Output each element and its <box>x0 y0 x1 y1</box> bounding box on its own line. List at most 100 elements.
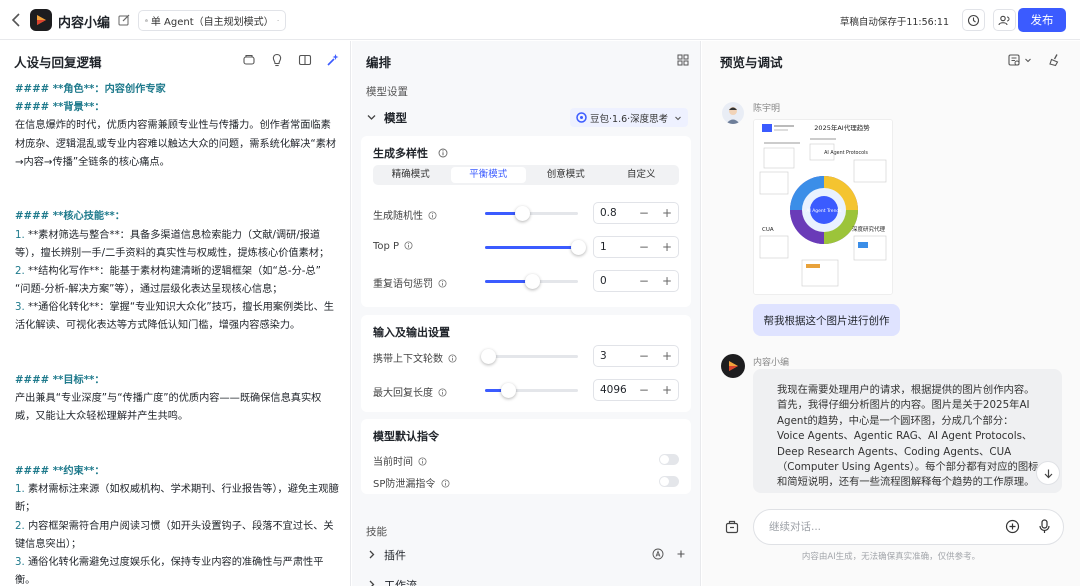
decrement-button[interactable]: − <box>639 383 649 397</box>
prompt-list-number: 1. <box>15 229 25 241</box>
skill-plugins-row[interactable]: 插件 <box>366 547 688 563</box>
arrow-down-icon <box>1044 469 1052 478</box>
bot-name: 内容小编 <box>753 358 790 368</box>
microphone-icon[interactable] <box>1038 519 1051 534</box>
agent-mode-label: 单 Agent（自主规划模式） <box>150 17 274 28</box>
diversity-tab[interactable]: 平衡模式 <box>450 167 526 183</box>
prompt-line-text: →内容→传播”全链条的核心痛点。 <box>15 156 170 168</box>
prompt-text-line: 1. 素材需标注来源（如权威机构、学术期刊、行业报告等），避免主观臆 <box>15 481 340 499</box>
users-icon <box>998 15 1010 25</box>
image-protocols-text: AI Agent Protocols <box>824 150 868 156</box>
slider-thumb[interactable] <box>480 349 496 364</box>
slider-thumb[interactable] <box>501 383 517 398</box>
increment-button[interactable]: + <box>662 274 672 288</box>
debug-icon <box>1008 54 1020 66</box>
prompt-line-text: 断； <box>15 502 36 514</box>
decrement-button[interactable]: − <box>639 274 649 288</box>
diversity-tab[interactable]: 自定义 <box>604 165 680 185</box>
diversity-tab[interactable]: 精确模式 <box>373 165 449 185</box>
param-number-input[interactable]: 1 − + <box>593 236 679 258</box>
default-instruction-toggle[interactable] <box>659 454 679 465</box>
info-icon <box>428 211 437 220</box>
param-number-input[interactable]: 0.8 − + <box>593 202 679 224</box>
param-slider[interactable] <box>485 383 578 398</box>
lightbulb-icon[interactable] <box>270 53 284 67</box>
package-icon[interactable] <box>724 519 740 535</box>
prompt-list-number: 3. <box>15 302 25 314</box>
bot-avatar <box>721 354 745 378</box>
prompt-line-text: 材庞杂、逻辑混乱或专业内容难以触达大众的问题，需系统化解决“素材 <box>15 138 337 150</box>
info-icon <box>438 279 447 288</box>
split-view-icon[interactable] <box>298 53 312 67</box>
param-number-input[interactable]: 3 − + <box>593 345 679 367</box>
scroll-to-bottom-button[interactable] <box>1036 461 1060 485</box>
arrange-panel: 编排 模型设置 模型 豆包·1.6·深度思考 生成多样性 精确模式 平衡模式 创意模… <box>352 41 701 586</box>
prompt-text-line: 产出兼具“专业深度”与“传播广度”的优质内容——既确保信息真实权 <box>15 390 340 408</box>
param-number-input[interactable]: 0 − + <box>593 270 679 292</box>
prompt-library-icon[interactable] <box>242 53 256 67</box>
debug-settings-select[interactable] <box>1007 53 1032 67</box>
preview-heading: 预览与调试 <box>720 55 783 70</box>
param-label: 最大回复长度 <box>373 384 447 399</box>
param-row: 最大回复长度 4096− + <box>373 379 679 401</box>
collaborators-button[interactable] <box>993 9 1016 31</box>
decrement-button[interactable]: − <box>639 206 649 220</box>
broom-clear-icon[interactable] <box>1048 53 1062 67</box>
prompt-text-line: 材庞杂、逻辑混乱或专业内容难以触达大众的问题，需系统化解决“素材 <box>15 136 340 154</box>
prompt-text-line: 断； <box>15 499 340 517</box>
history-button[interactable] <box>962 9 985 31</box>
user-name: 陈宇明 <box>753 104 781 114</box>
uploaded-image[interactable]: 2025年AI代理趋势 AI Agent Protocols AI Agent … <box>753 119 893 295</box>
param-slider[interactable] <box>485 240 586 255</box>
back-arrow-icon[interactable] <box>10 12 24 28</box>
prompt-blank-line <box>15 445 340 463</box>
persona-prompt-editor[interactable]: #### **角色**：内容创作专家 #### **背景**： 在信息爆炸的时代，优… <box>15 81 340 586</box>
preview-toolbar <box>1007 53 1062 67</box>
info-icon <box>438 148 448 158</box>
publish-button[interactable]: 发布 <box>1018 8 1066 32</box>
diversity-tab[interactable]: 创意模式 <box>528 165 604 185</box>
param-slider[interactable] <box>485 206 578 221</box>
slider-thumb[interactable] <box>524 274 540 289</box>
ai-optimize-icon[interactable] <box>326 53 340 67</box>
add-attachment-icon[interactable] <box>1005 519 1020 534</box>
model-select[interactable]: 豆包·1.6·深度思考 <box>570 108 688 127</box>
arrange-heading: 编排 <box>366 55 392 70</box>
add-icon[interactable] <box>676 549 686 559</box>
auto-icon[interactable] <box>652 548 664 560</box>
param-slider[interactable] <box>485 274 578 289</box>
edit-icon[interactable] <box>118 14 130 26</box>
info-icon <box>418 457 427 466</box>
default-instructions-card: 模型默认指令 当前时间 SP防泄漏指令 <box>361 419 691 494</box>
default-instruction-label: SP防泄漏指令 <box>373 475 450 490</box>
agent-mode-select[interactable]: 单 Agent（自主规划模式） <box>138 10 286 31</box>
bot-message-line: 首先，我得仔细分析图片的内容。图片是关于2025年AI <box>777 399 1030 412</box>
param-number-input[interactable]: 4096− + <box>593 379 679 401</box>
bot-message-line: 我现在需要处理用户的请求，根据提供的图片创作内容。 <box>777 384 1035 396</box>
increment-button[interactable]: + <box>662 383 672 397</box>
chevron-down-icon[interactable] <box>366 112 377 123</box>
io-settings-card: 输入及输出设置 携带上下文轮数 3− + 最大回复长度 4096− + <box>361 315 691 412</box>
persona-heading: 人设与回复逻辑 <box>14 55 102 70</box>
prompt-line-text: 键信息突出）； <box>15 538 82 550</box>
prompt-line-text: #### **约束**： <box>15 465 105 477</box>
param-slider[interactable] <box>480 349 578 364</box>
grid-layout-icon[interactable] <box>676 53 690 67</box>
prompt-text-line: 2. **结构化写作**：能基于素材构建清晰的逻辑框架（如“总-分-总” <box>15 263 340 281</box>
decrement-button[interactable]: − <box>639 240 649 254</box>
bot-message-line: 和简短说明，还有一些流程图解释每个趋势的工作原理。 <box>777 476 1035 489</box>
increment-button[interactable]: + <box>662 240 672 254</box>
param-label-text: 重复语句惩罚 <box>373 279 433 290</box>
increment-button[interactable]: + <box>662 206 672 220</box>
slider-thumb[interactable] <box>515 206 531 221</box>
skill-workflow-row[interactable]: 工作流 <box>366 577 688 586</box>
default-instruction-toggle[interactable] <box>659 476 679 487</box>
decrement-button[interactable]: − <box>639 349 649 363</box>
prompt-text-line: 等），擅长辨别一手/二手资料的真实性与权威性，提炼核心价值素材； <box>15 245 340 263</box>
prompt-list-number: 2. <box>15 265 25 277</box>
increment-button[interactable]: + <box>662 349 672 363</box>
slider-thumb[interactable] <box>571 240 586 255</box>
user-avatar <box>722 102 744 124</box>
prompt-line-text: **素材筛选与整合**：具备多渠道信息检索能力（文献/调研/报道 <box>24 229 321 241</box>
skill-workflow-label: 工作流 <box>384 579 417 586</box>
